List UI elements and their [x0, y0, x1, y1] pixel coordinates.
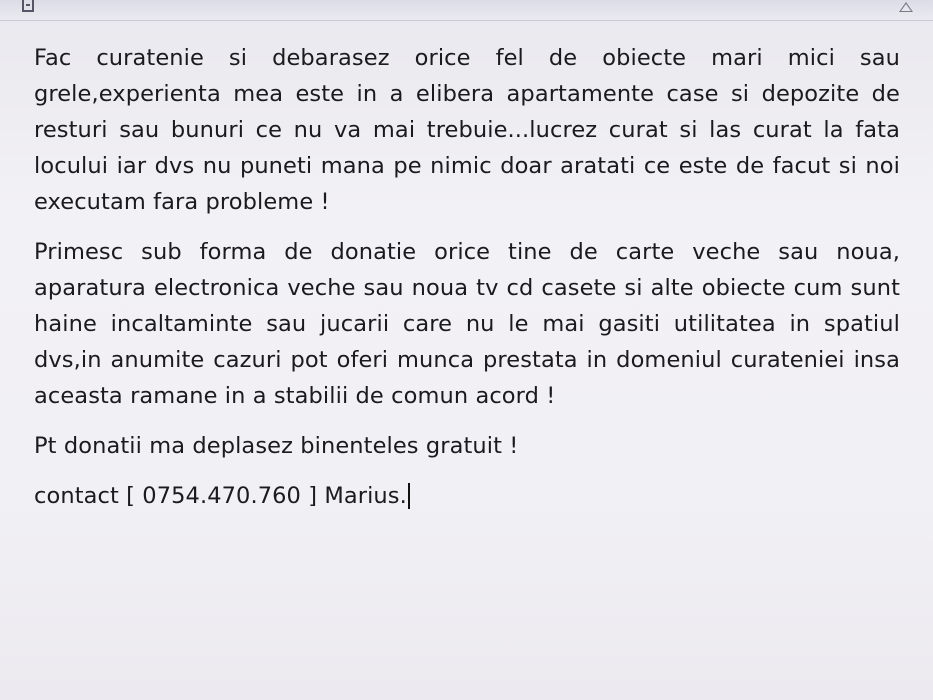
paragraph-services: Fac curatenie si debarasez orice fel de … — [34, 45, 900, 215]
paragraph-contact: contact [ 0754.470.760 ] Marius. — [34, 478, 900, 514]
contact-text: contact [ 0754.470.760 ] Marius. — [34, 483, 407, 509]
word-processor-window: Fac curatenie si debarasez orice fel de … — [0, 0, 933, 700]
document-body[interactable]: Fac curatenie si debarasez orice fel de … — [34, 40, 900, 528]
text-caret — [407, 483, 410, 509]
paragraph-free-pickup: Pt donatii ma deplasez binenteles gratui… — [34, 433, 519, 459]
collapse-ribbon-icon[interactable] — [899, 2, 913, 12]
save-icon[interactable] — [22, 0, 34, 12]
paragraph-donations: Primesc sub forma de donatie orice tine … — [34, 239, 900, 409]
toolbar-strip — [0, 0, 933, 21]
